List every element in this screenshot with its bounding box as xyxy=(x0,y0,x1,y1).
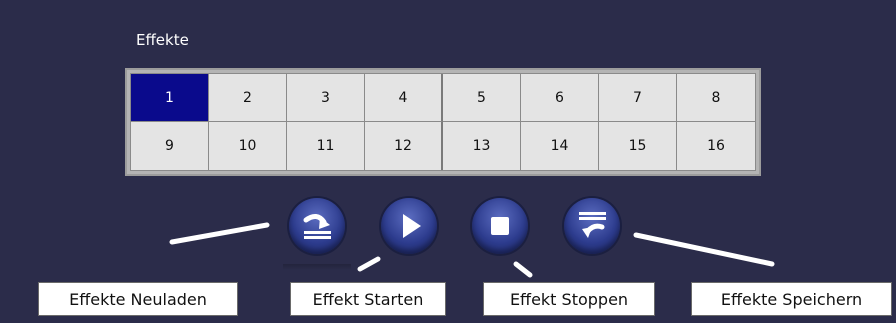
callout-pointer-lines xyxy=(169,222,775,278)
callout-start: Effekt Starten xyxy=(290,282,446,316)
pointer-line-save xyxy=(633,232,775,267)
pointer-line-start xyxy=(357,256,381,272)
callout-reload: Effekte Neuladen xyxy=(38,282,238,316)
pointer-line-reload xyxy=(169,222,270,245)
callout-stop: Effekt Stoppen xyxy=(483,282,655,316)
effects-panel: Effekte 1 2 3 4 5 6 7 8 9 10 11 12 13 14… xyxy=(0,0,896,323)
pointer-line-stop xyxy=(513,261,533,278)
callout-save: Effekte Speichern xyxy=(691,282,892,316)
